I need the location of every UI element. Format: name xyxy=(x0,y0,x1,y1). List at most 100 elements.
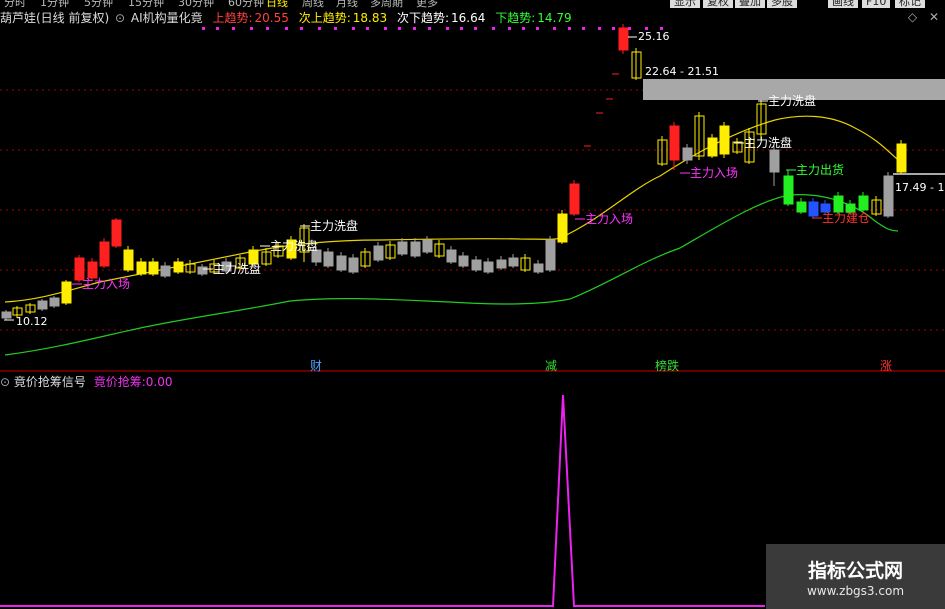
signal-dot xyxy=(582,27,585,30)
candle-body xyxy=(669,125,680,161)
sub-indicator-name[interactable]: 竟价抢筹信号 xyxy=(14,375,86,389)
sub-indicator-dropdown-icon[interactable]: ⊙ xyxy=(0,375,10,389)
signal-label: 主力建仓 xyxy=(822,211,870,225)
candle-body xyxy=(858,195,869,211)
toolbar-button[interactable]: 叠加 xyxy=(735,0,765,8)
diamond-icon[interactable]: ◇ xyxy=(908,10,917,24)
signal-dot xyxy=(460,27,463,30)
candle-body xyxy=(769,149,780,173)
period-tab[interactable]: 分时 xyxy=(4,0,26,8)
up-trend-label: 上趋势: xyxy=(212,11,253,25)
signal-dot xyxy=(250,27,253,30)
next-down-label: 次下趋势: xyxy=(396,11,449,25)
signal-dot xyxy=(428,27,431,30)
candle-body xyxy=(796,201,807,213)
signal-label: 主力洗盘 xyxy=(744,135,792,150)
candle-body xyxy=(397,241,408,255)
candlesticks xyxy=(1,24,907,320)
candle-body xyxy=(896,143,907,173)
candle-body xyxy=(323,251,334,267)
signal-dot xyxy=(300,27,303,30)
toolbar-button[interactable]: 显示 xyxy=(670,0,700,8)
sub-value-label: 竟价抢筹: xyxy=(93,375,146,389)
candle-body xyxy=(37,300,48,310)
signal-dot xyxy=(202,27,205,30)
signal-dots xyxy=(202,27,663,30)
candle-body xyxy=(99,241,110,267)
toolbar-button[interactable]: 画线 xyxy=(828,0,858,8)
candle-body xyxy=(719,125,730,155)
period-tab[interactable]: 1分钟 xyxy=(40,0,69,8)
indicator-name[interactable]: AI机构量化竟 xyxy=(131,11,203,25)
signal-label: 主力洗盘 xyxy=(310,218,358,233)
signal-dot xyxy=(522,27,525,30)
header-controls: ◇ ✕ xyxy=(900,10,939,24)
signal-dot xyxy=(266,27,269,30)
candle-body xyxy=(496,259,507,269)
candle-body xyxy=(61,281,72,304)
chart-canvas[interactable]: 25.16 22.64 - 21.51 10.12 17.49 - 17 主力入… xyxy=(0,0,945,609)
main-chart-header: 葫芦娃(日线 前复权) ⊙ AI机构量化竟 上趋势: 20.55 次上趋势: 18.… xyxy=(0,10,574,26)
signal-dot xyxy=(232,27,235,30)
signal-dot xyxy=(508,27,511,30)
period-tab[interactable]: 15分钟 xyxy=(128,0,164,8)
indicator-dropdown-icon[interactable]: ⊙ xyxy=(115,11,125,25)
signal-label: 主力出货 xyxy=(796,162,844,177)
toolbar-button[interactable]: 标记 xyxy=(895,0,925,8)
period-tab[interactable]: 更多 xyxy=(416,0,438,8)
down-trend-label: 下趋势: xyxy=(495,11,536,25)
signal-dot xyxy=(384,27,387,30)
stock-title[interactable]: 葫芦娃(日线 前复权) xyxy=(0,11,109,25)
candle-body xyxy=(508,257,519,267)
candle-body xyxy=(483,261,494,273)
candle-body xyxy=(173,261,184,273)
candle-body xyxy=(148,261,159,275)
toolbar-button[interactable]: 多股 xyxy=(767,0,797,8)
candle-body xyxy=(545,239,556,271)
signal-dot xyxy=(352,27,355,30)
candle-body xyxy=(49,297,60,307)
candle-body xyxy=(197,266,208,275)
period-tab[interactable]: 多周期 xyxy=(370,0,403,8)
watermark-logo: 指标公式网 www.zbgs3.com xyxy=(766,544,945,609)
candle-body xyxy=(87,261,98,279)
period-tab[interactable]: 5分钟 xyxy=(84,0,113,8)
period-toolbar: 分时 1分钟 5分钟 15分钟 30分钟 60分钟 日线 周线 月线 多周期 更… xyxy=(0,0,945,8)
candle-body xyxy=(808,201,819,217)
low-price-label: 10.12 xyxy=(16,315,48,328)
next-up-label: 次上趋势: xyxy=(298,11,351,25)
candle-body xyxy=(111,219,122,247)
toolbar-button[interactable]: F10 xyxy=(862,0,891,8)
signal-dot xyxy=(318,27,321,30)
close-icon[interactable]: ✕ xyxy=(929,10,939,24)
signal-label: 主力入场 xyxy=(82,277,130,291)
candle-body xyxy=(136,261,147,275)
period-tab[interactable]: 月线 xyxy=(336,0,358,8)
candle-body xyxy=(533,263,544,273)
period-tab[interactable]: 60分钟 xyxy=(228,0,264,8)
event-tag[interactable]: 涨 xyxy=(880,358,892,373)
signal-label: 主力入场 xyxy=(585,212,633,226)
next-down-value: 16.64 xyxy=(451,11,486,25)
candle-body xyxy=(707,137,718,157)
signal-label: 主力入场 xyxy=(690,166,738,180)
event-tag[interactable]: 榜跌 xyxy=(655,358,679,373)
toolbar-button[interactable]: 复权 xyxy=(703,0,733,8)
sub-value: 0.00 xyxy=(145,375,173,389)
candle-body xyxy=(422,239,433,253)
candle-body xyxy=(1,311,12,319)
signal-dot xyxy=(216,27,219,30)
event-tag[interactable]: 减 xyxy=(545,359,557,373)
period-tab-active[interactable]: 日线 xyxy=(266,0,288,8)
sub-chart-header: ⊙ 竟价抢筹信号 竟价抢筹:0.00 xyxy=(0,374,173,390)
signal-dot xyxy=(398,27,401,30)
down-trend-value: 14.79 xyxy=(537,11,572,25)
range-price-label: 22.64 - 21.51 xyxy=(645,65,719,78)
period-tab[interactable]: 30分钟 xyxy=(178,0,214,8)
event-tag[interactable]: 财 xyxy=(310,359,322,373)
period-tab[interactable]: 周线 xyxy=(302,0,324,8)
signal-dot xyxy=(446,27,449,30)
bid-signal-line xyxy=(0,394,765,607)
high-price-label: 25.16 xyxy=(638,30,670,43)
signal-label: 主力洗盘 xyxy=(213,261,261,276)
